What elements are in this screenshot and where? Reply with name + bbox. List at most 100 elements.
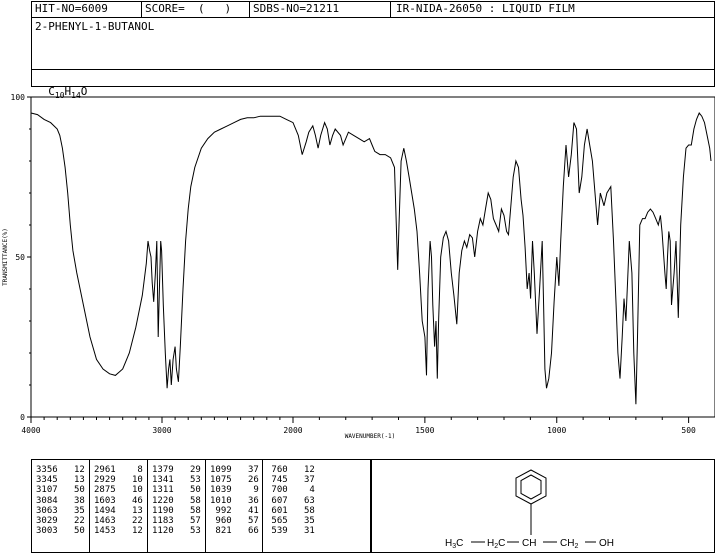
peak-wavenumber: 992: [210, 505, 232, 516]
peak-table-row: 821 66: [210, 526, 259, 537]
atom-oh: OH: [599, 538, 614, 549]
peak-wavenumber: 607: [266, 495, 288, 506]
peak-wavenumber: 1494: [94, 505, 116, 516]
peak-wavenumber: 1190: [152, 505, 174, 516]
x-tick-label: 3000: [152, 426, 171, 435]
peak-wavenumber: 3107: [36, 485, 58, 496]
peak-wavenumber: 3084: [36, 495, 58, 506]
peak-table-row: 3084 38: [36, 496, 85, 506]
hit-number: HIT-NO=6009: [35, 2, 108, 15]
peak-wavenumber: 745: [266, 475, 288, 486]
peak-wavenumber: 1463: [94, 515, 116, 526]
peak-wavenumber: 1099: [210, 465, 232, 475]
peak-transmittance: 13: [115, 505, 143, 516]
peak-table-column: 760 12 745 37 700 4 607 63 601 58 565 35…: [266, 465, 315, 536]
peak-table-row: 1494 13: [94, 506, 143, 516]
peak-transmittance: 58: [287, 505, 315, 516]
peak-table-row: 3345 13: [36, 475, 85, 485]
peak-transmittance: 13: [57, 475, 85, 486]
peak-wavenumber: 1039: [210, 485, 232, 496]
header-sep-2: [249, 1, 250, 18]
peak-wavenumber: 1075: [210, 475, 232, 486]
peak-transmittance: 35: [57, 505, 85, 516]
peak-table-row: 2961 8: [94, 465, 143, 475]
spectrum-line: [30, 112, 712, 405]
peak-table-column: 3356 12 3345 13 3107 50 3084 38 3063 35 3029 …: [36, 465, 85, 536]
peak-table-row: 607 63: [266, 495, 314, 506]
peak-transmittance: 50: [57, 485, 85, 496]
peak-table-row: 1220 58: [152, 496, 201, 506]
peak-table-row: 1183 57: [152, 516, 201, 526]
peak-transmittance: 58: [173, 505, 201, 516]
peak-transmittance: 46: [115, 495, 143, 506]
peak-wavenumber: 1183: [152, 515, 174, 526]
peak-wavenumber: 3356: [36, 465, 58, 475]
x-tick-label: 500: [681, 426, 696, 435]
peak-table-row: 700 4: [266, 485, 314, 496]
peak-table-row: 3063 35: [36, 506, 85, 516]
peak-wavenumber: 1453: [94, 526, 116, 537]
peak-transmittance: 37: [287, 475, 315, 486]
peak-transmittance: 41: [231, 505, 259, 516]
peak-table-row: 565 35: [266, 516, 314, 526]
peak-wavenumber: 1603: [94, 495, 116, 506]
peak-table-separator: [262, 459, 263, 553]
peak-table-row: 960 57: [210, 515, 259, 526]
y-tick-label: 0: [20, 413, 25, 422]
peak-table-row: 760 12: [266, 465, 314, 475]
peak-transmittance: 10: [115, 475, 143, 486]
peak-table-row: 3003 50: [36, 526, 85, 536]
peak-table-row: 1039 9: [210, 485, 259, 495]
sdbs-number: SDBS-NO=21211: [253, 2, 340, 15]
peak-table-row: 1311 50: [152, 485, 201, 495]
peak-table-row: 2875 10: [94, 485, 143, 495]
peak-table-row: 2929 10: [94, 475, 143, 485]
atom-ch2-b: CH2: [560, 538, 578, 550]
peak-table-row: 3107 50: [36, 485, 85, 495]
peak-table-separator: [89, 459, 90, 553]
peak-transmittance: 22: [115, 515, 143, 526]
x-tick-label: 4000: [21, 426, 40, 435]
peak-wavenumber: 2875: [94, 485, 116, 496]
x-axis-title: WAVENUMBER(-1): [345, 433, 396, 440]
peak-table-row: 1190 58: [152, 506, 201, 516]
peak-table-row: 539 31: [266, 526, 314, 536]
peak-table-separator: [147, 459, 148, 553]
peak-table-row: 601 58: [266, 505, 315, 516]
peak-wavenumber: 601: [266, 505, 288, 516]
peak-transmittance: 37: [231, 465, 259, 475]
benzene-inner-ring: [520, 474, 542, 500]
peak-table-row: 1099 37: [210, 465, 259, 475]
peak-table-row: 1120 53: [152, 526, 201, 536]
peak-transmittance: 36: [231, 495, 259, 506]
peak-transmittance: 57: [231, 515, 259, 526]
peak-transmittance: 10: [115, 485, 143, 496]
peak-table-row: 745 37: [266, 475, 315, 486]
peak-transmittance: 57: [173, 515, 201, 526]
peak-wavenumber: 2929: [94, 475, 116, 486]
peak-transmittance: 50: [173, 485, 201, 496]
peak-wavenumber: 1120: [152, 526, 174, 537]
peak-transmittance: 66: [231, 526, 259, 537]
header-divider-1: [31, 17, 715, 18]
peak-wavenumber: 1311: [152, 485, 174, 496]
peak-wavenumber: 1010: [210, 495, 232, 506]
peak-wavenumber: 760: [266, 465, 288, 475]
peak-wavenumber: 700: [266, 485, 288, 496]
peak-table-row: 1010 36: [210, 496, 259, 506]
peak-wavenumber: 2961: [94, 465, 116, 475]
peak-wavenumber: 3063: [36, 505, 58, 516]
peak-wavenumber: 821: [210, 526, 232, 537]
atom-ch3: H3C: [445, 538, 463, 550]
peak-wavenumber: 3003: [36, 526, 58, 537]
y-axis-title: TRANSMITTANCE(%): [2, 228, 9, 286]
peak-wavenumber: 3345: [36, 475, 58, 486]
peak-transmittance: 26: [231, 475, 259, 486]
peak-transmittance: 9: [231, 485, 259, 496]
peak-transmittance: 29: [173, 465, 201, 475]
peak-table-separator: [205, 459, 206, 553]
x-tick-label: 1500: [415, 426, 434, 435]
peak-transmittance: 58: [173, 495, 201, 506]
peak-table-row: 1603 46: [94, 496, 143, 506]
peak-wavenumber: 1220: [152, 495, 174, 506]
